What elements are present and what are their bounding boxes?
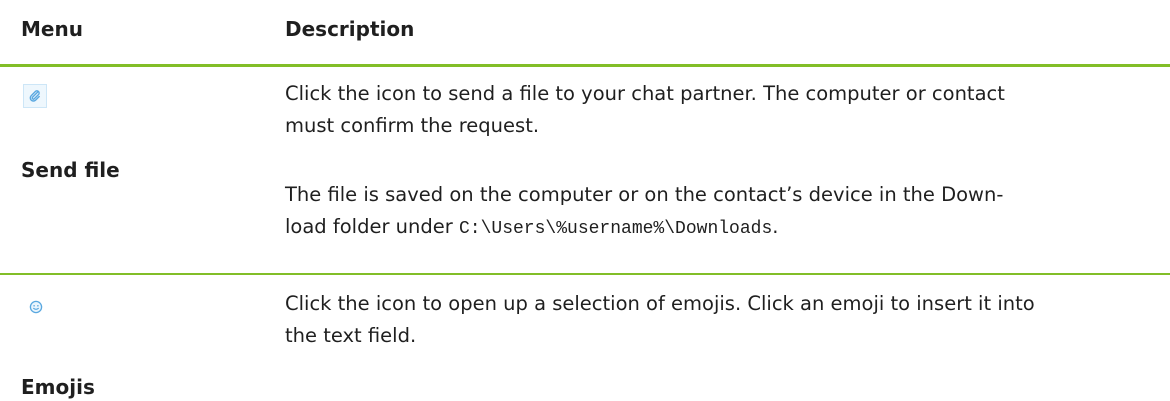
description-paragraph: Click the icon to send a file to your ch… xyxy=(285,82,1005,137)
description-paragraph-path: The file is saved on the computer or on … xyxy=(285,179,1045,245)
description-paragraph: Click the icon to open up a selection of… xyxy=(285,292,1035,347)
table-row-emojis: Emojis Click the icon to open up a selec… xyxy=(0,275,1170,401)
column-header-description: Description xyxy=(285,17,415,41)
path-period: . xyxy=(772,215,779,238)
table-header: Menu Description xyxy=(0,0,1170,67)
menu-description-table: Menu Description Send file Click the ico… xyxy=(0,0,1170,401)
menu-label-send-file: Send file xyxy=(21,158,120,182)
smiley-icon xyxy=(27,298,45,316)
table-row-send-file: Send file Click the icon to send a file … xyxy=(0,67,1170,275)
download-path: C:\Users\%username%\Downloads xyxy=(459,219,773,239)
menu-label-emojis: Emojis xyxy=(21,375,95,399)
column-header-menu: Menu xyxy=(21,17,83,41)
paperclip-icon xyxy=(23,84,47,108)
